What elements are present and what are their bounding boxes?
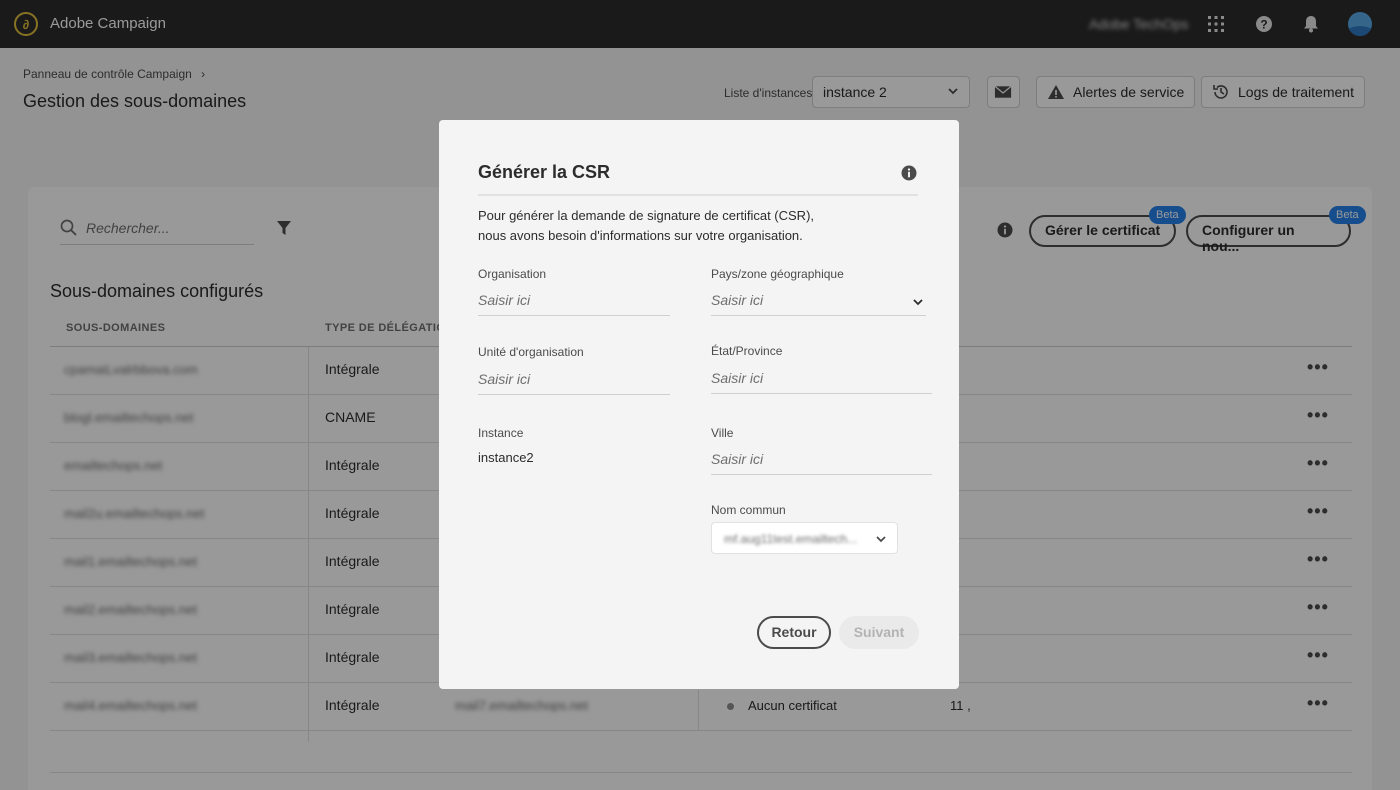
info-icon[interactable] (901, 165, 917, 181)
chevron-down-icon (913, 299, 923, 306)
country-label: Pays/zone géographique (711, 267, 844, 281)
organisation-label: Organisation (478, 267, 547, 281)
country-select-value: Saisir ici (711, 292, 764, 308)
instance-label: Instance (478, 426, 524, 440)
back-button[interactable]: Retour (757, 616, 831, 649)
dialog-description: Pour générer la demande de signature de … (478, 206, 838, 246)
common-name-label: Nom commun (711, 503, 786, 517)
state-label: État/Province (711, 344, 783, 358)
state-input[interactable]: Saisir ici (711, 364, 932, 394)
org-unit-label: Unité d'organisation (478, 345, 584, 359)
city-input[interactable]: Saisir ici (711, 445, 932, 475)
instance-value: instance2 (478, 450, 534, 465)
org-unit-input[interactable]: Saisir ici (478, 365, 670, 395)
country-select[interactable]: Saisir ici (711, 286, 926, 316)
description-line: Pour générer la demande de signature de … (478, 208, 815, 223)
city-label: Ville (711, 426, 734, 440)
dialog-divider (478, 194, 918, 196)
common-name-select[interactable]: mf.aug11test.emailtech... (711, 522, 898, 554)
next-button[interactable]: Suivant (839, 616, 919, 649)
organisation-input[interactable]: Saisir ici (478, 286, 670, 316)
description-line: nous avons besoin d'informations sur vot… (478, 228, 803, 243)
common-name-value: mf.aug11test.emailtech... (724, 532, 858, 546)
dialog-title: Générer la CSR (478, 162, 611, 182)
generate-csr-dialog: Générer la CSR Pour générer la demande d… (439, 120, 959, 689)
chevron-down-icon (876, 536, 886, 543)
